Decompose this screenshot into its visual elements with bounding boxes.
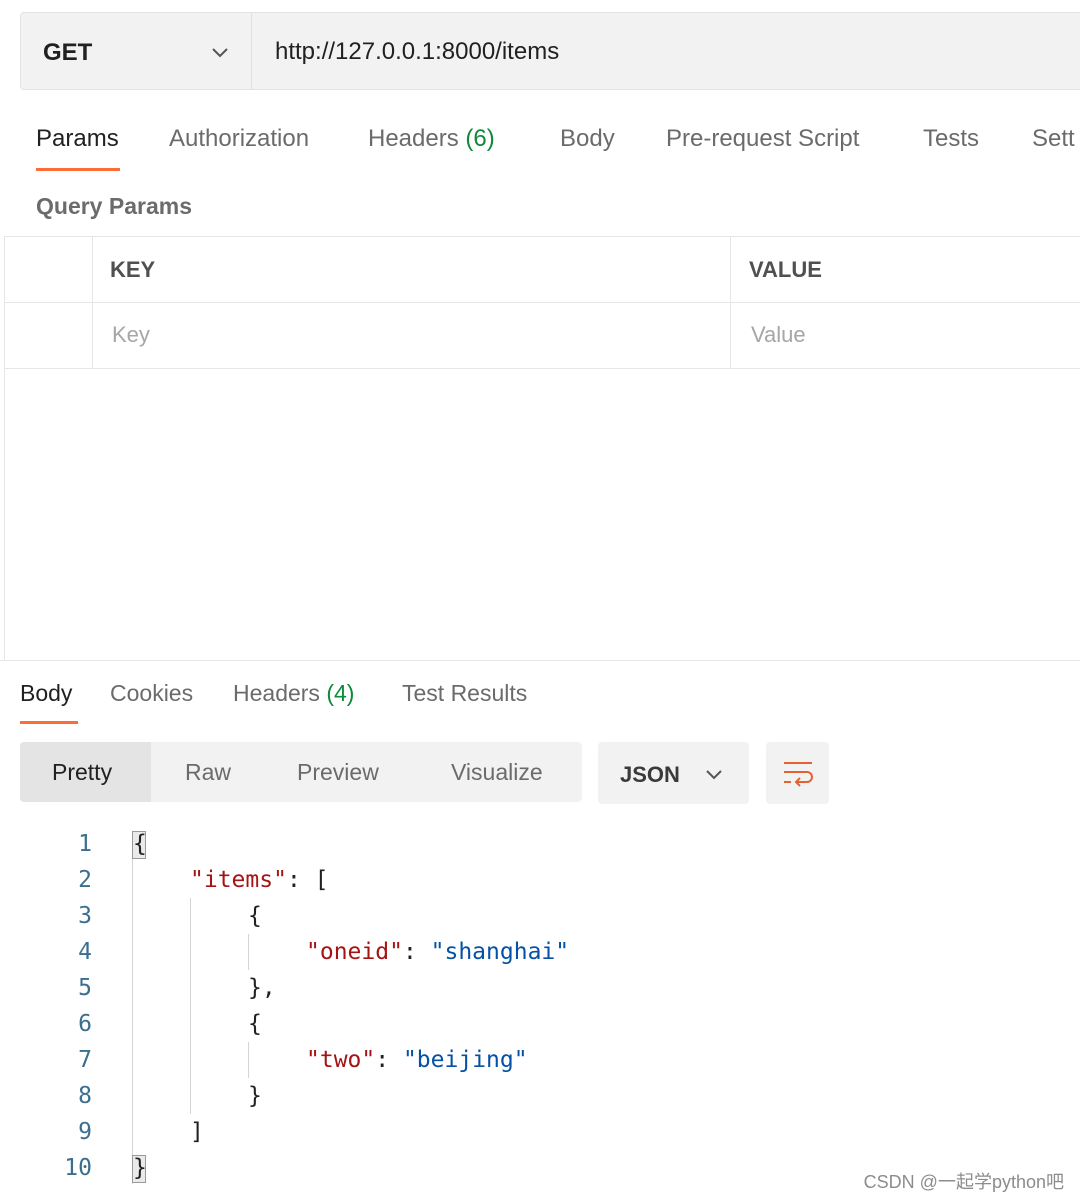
column-header-key: KEY: [110, 257, 156, 282]
method-label: GET: [43, 39, 93, 66]
tab-label: Body: [560, 125, 615, 152]
watermark: CSDN @一起学python吧: [863, 1172, 1064, 1192]
response-divider[interactable]: [0, 660, 1080, 661]
tab-params[interactable]: Params: [36, 125, 119, 153]
tab-label: Pre-request Script: [666, 125, 860, 152]
json-string: "beijing": [402, 1047, 528, 1073]
active-tab-indicator: [36, 168, 120, 171]
headers-count-badge: (4): [326, 680, 355, 706]
code-line: {: [248, 1011, 262, 1037]
json-punctuation: : [: [286, 867, 329, 893]
column-header-value: VALUE: [749, 257, 822, 282]
code-line: "items": [: [190, 867, 328, 893]
panel-left-border: [4, 236, 5, 660]
view-mode-preview[interactable]: Preview: [297, 759, 379, 786]
line-number: 1: [78, 831, 92, 857]
code-line: },: [248, 975, 276, 1001]
wrap-lines-icon: [784, 762, 813, 787]
line-number: 9: [78, 1119, 92, 1145]
request-bar: GET http://127.0.0.1:8000/items: [20, 12, 1080, 90]
tab-label: Test Results: [402, 680, 528, 706]
table-header-divider: [4, 302, 1080, 303]
param-key-input[interactable]: Key: [112, 322, 150, 348]
json-string: "shanghai": [430, 939, 570, 965]
tab-label: Params: [36, 125, 119, 152]
code-line: {: [248, 903, 262, 929]
json-punctuation: :: [375, 1047, 403, 1073]
active-response-tab-indicator: [20, 721, 78, 724]
line-number: 2: [78, 867, 92, 893]
code-line: "two": "beijing": [306, 1047, 528, 1073]
tab-headers[interactable]: Headers (6): [368, 125, 495, 153]
json-key: "oneid": [306, 939, 403, 965]
indent-guide: [190, 898, 191, 1114]
code-line: ]: [190, 1119, 204, 1145]
code-line: {: [133, 831, 147, 857]
response-tab-body[interactable]: Body: [20, 680, 72, 707]
line-number: 5: [78, 975, 92, 1001]
tab-label: Headers: [368, 125, 459, 152]
line-number: 7: [78, 1047, 92, 1073]
code-gutter-divider: [132, 832, 133, 1184]
line-number: 6: [78, 1011, 92, 1037]
table-column-divider: [730, 236, 731, 368]
tab-settings[interactable]: Sett: [1032, 125, 1075, 153]
url-input[interactable]: http://127.0.0.1:8000/items: [275, 38, 559, 66]
tab-label: Headers: [233, 680, 320, 706]
json-key: "two": [306, 1047, 376, 1073]
query-params-title: Query Params: [36, 193, 192, 219]
method-selector[interactable]: GET: [21, 13, 252, 89]
code-line: }: [248, 1083, 262, 1109]
tab-body[interactable]: Body: [560, 125, 615, 153]
chevron-down-icon: [706, 770, 722, 780]
response-tab-test-results[interactable]: Test Results: [402, 680, 527, 707]
response-tab-headers[interactable]: Headers (4): [233, 680, 354, 707]
line-number: 8: [78, 1083, 92, 1109]
tab-authorization[interactable]: Authorization: [169, 125, 309, 153]
tab-tests[interactable]: Tests: [923, 125, 979, 153]
code-line: }: [133, 1155, 147, 1181]
view-mode-pretty[interactable]: Pretty: [52, 759, 112, 786]
headers-count-badge: (6): [465, 125, 495, 152]
indent-guide: [248, 1042, 249, 1078]
tab-label: Sett: [1032, 125, 1075, 152]
table-border-bottom: [4, 368, 1080, 369]
tab-label: Authorization: [169, 125, 310, 152]
code-line: "oneid": "shanghai": [306, 939, 569, 965]
format-label: JSON: [620, 762, 680, 787]
chevron-down-icon: [212, 48, 228, 58]
response-tab-cookies[interactable]: Cookies: [110, 680, 193, 707]
table-border-top: [4, 236, 1080, 237]
tab-pre-request-script[interactable]: Pre-request Script: [666, 125, 859, 153]
table-column-divider: [92, 236, 93, 368]
json-key: "items": [190, 867, 287, 893]
json-punctuation: :: [402, 939, 431, 965]
line-number: 4: [78, 939, 92, 965]
tab-label: Body: [20, 680, 73, 706]
tab-label: Tests: [923, 125, 980, 152]
tab-label: Cookies: [110, 680, 194, 706]
view-mode-raw[interactable]: Raw: [185, 759, 231, 786]
param-value-input[interactable]: Value: [751, 322, 806, 348]
view-mode-visualize[interactable]: Visualize: [451, 759, 543, 786]
line-number: 10: [64, 1155, 92, 1181]
line-number: 3: [78, 903, 92, 929]
indent-guide: [248, 934, 249, 970]
